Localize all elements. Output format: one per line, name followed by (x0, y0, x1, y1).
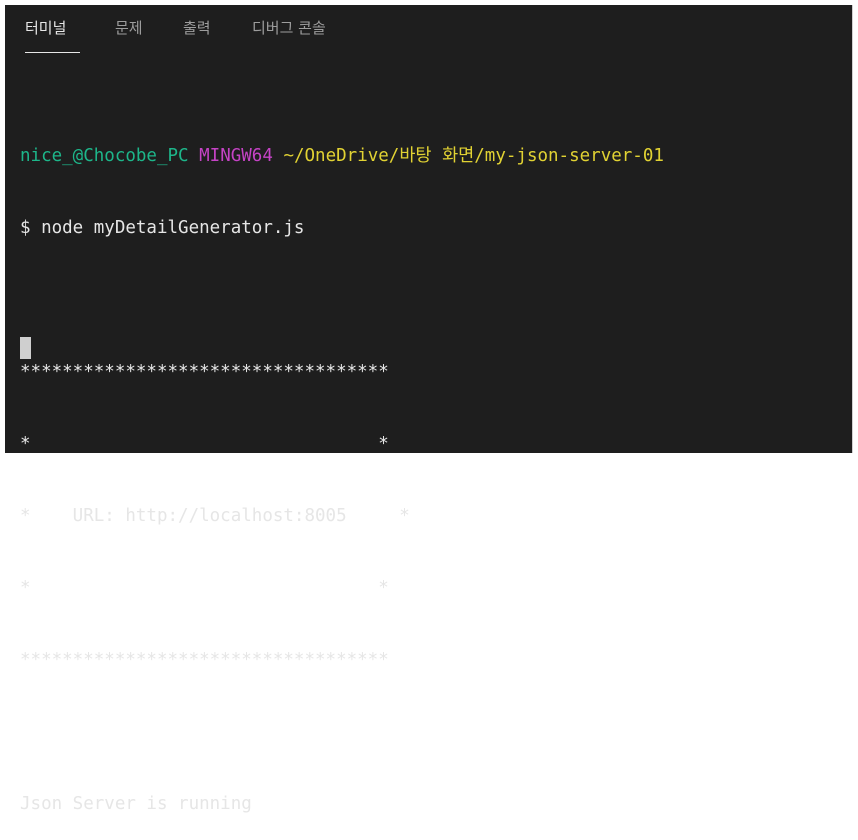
panel-tabs: 터미널 문제 출력 디버그 콘솔 (5, 5, 852, 55)
banner-line: *********************************** (20, 650, 389, 670)
command-line: $ node myDetailGenerator.js (20, 218, 305, 238)
tab-terminal[interactable]: 터미널 (25, 17, 80, 55)
terminal-output[interactable]: nice_@Chocobe_PC MINGW64 ~/OneDrive/바탕 화… (20, 96, 664, 840)
status-line: Json Server is running (20, 794, 252, 814)
banner-line: * * (20, 434, 389, 454)
prompt-user-host: nice_@Chocobe_PC (20, 146, 189, 166)
tab-output[interactable]: 출력 (183, 17, 211, 55)
banner-url-line: * URL: http://localhost:8005 * (20, 506, 410, 526)
banner-line: * * (20, 578, 389, 598)
prompt-line: nice_@Chocobe_PC MINGW64 ~/OneDrive/바탕 화… (20, 144, 664, 168)
tab-problems[interactable]: 문제 (115, 17, 143, 55)
terminal-cursor (20, 337, 31, 359)
banner-line: *********************************** (20, 362, 389, 382)
prompt-path: ~/OneDrive/바탕 화면/my-json-server-01 (283, 146, 664, 166)
tab-debug-console[interactable]: 디버그 콘솔 (252, 17, 326, 55)
prompt-system: MINGW64 (199, 146, 273, 166)
